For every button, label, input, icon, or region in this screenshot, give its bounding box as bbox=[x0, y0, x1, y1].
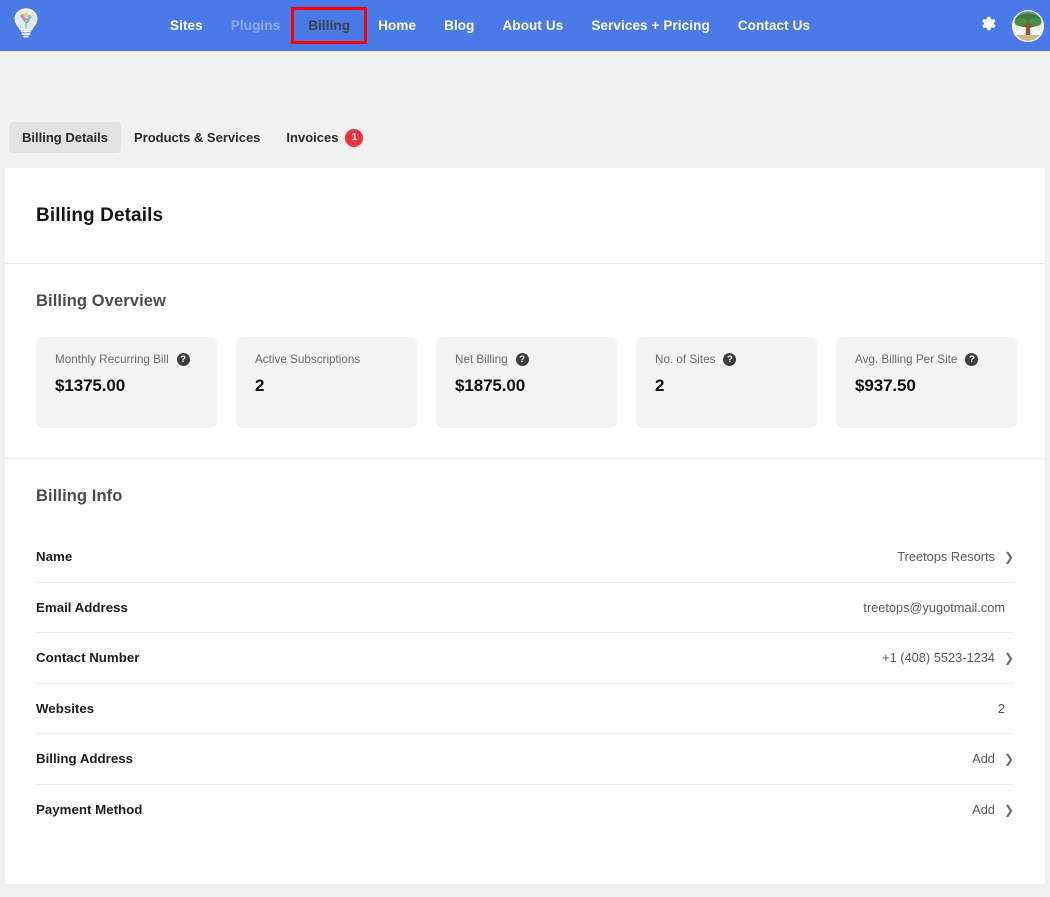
help-icon[interactable]: ? bbox=[723, 353, 736, 366]
gear-icon bbox=[978, 14, 997, 38]
chevron-right-icon[interactable]: ❯ bbox=[1004, 551, 1014, 563]
tree-avatar-icon bbox=[1012, 29, 1044, 42]
settings-button[interactable] bbox=[974, 13, 1000, 39]
tab-label: Invoices bbox=[286, 130, 338, 145]
stat-card-label: Monthly Recurring Bill bbox=[55, 353, 169, 366]
nav-link-plugins[interactable]: Plugins bbox=[217, 12, 294, 39]
info-row-value-wrap: +1 (408) 5523-1234 ❯ bbox=[882, 650, 1014, 665]
help-icon[interactable]: ? bbox=[965, 353, 978, 366]
info-row-value: Treetops Resorts bbox=[897, 549, 995, 564]
stat-card-label: Avg. Billing Per Site bbox=[855, 353, 957, 366]
billing-info-section: Billing Info Name Treetops Resorts ❯ Ema… bbox=[5, 459, 1045, 835]
page-title: Billing Details bbox=[36, 205, 163, 227]
nav-link-contact-us[interactable]: Contact Us bbox=[724, 12, 824, 39]
stat-card-header: Active Subscriptions ? bbox=[255, 353, 403, 366]
stat-card-label: Net Billing bbox=[455, 353, 508, 366]
stat-card-value: $1375.00 bbox=[55, 376, 203, 396]
info-row-label: Billing Address bbox=[36, 751, 133, 766]
info-row-value: +1 (408) 5523-1234 bbox=[882, 650, 995, 665]
top-navbar: Sites Plugins Billing Home Blog About Us… bbox=[0, 0, 1050, 51]
info-row-label: Payment Method bbox=[36, 802, 142, 817]
info-row-value-wrap: Add ❯ bbox=[972, 751, 1014, 766]
nav-link-about-us[interactable]: About Us bbox=[489, 12, 578, 39]
stat-card-avg-billing-per-site[interactable]: Avg. Billing Per Site ? $937.50 bbox=[836, 337, 1017, 428]
nav-link-services-pricing[interactable]: Services + Pricing bbox=[577, 12, 724, 39]
billing-overview-title: Billing Overview bbox=[36, 292, 1014, 311]
info-row-value: 2 bbox=[998, 701, 1005, 716]
tab-label: Billing Details bbox=[22, 130, 108, 145]
stat-card-header: Avg. Billing Per Site ? bbox=[855, 353, 1003, 366]
info-row-billing-address[interactable]: Billing Address Add ❯ bbox=[36, 734, 1014, 785]
info-row-name[interactable]: Name Treetops Resorts ❯ bbox=[36, 532, 1014, 583]
stat-card-net-billing[interactable]: Net Billing ? $1875.00 bbox=[436, 337, 617, 428]
nav-link-blog[interactable]: Blog bbox=[430, 12, 488, 39]
stat-card-header: Net Billing ? bbox=[455, 353, 603, 366]
stat-card-value: 2 bbox=[255, 376, 403, 396]
lightbulb-logo-icon bbox=[13, 8, 39, 43]
tab-billing-details[interactable]: Billing Details bbox=[9, 122, 121, 153]
info-row-label: Contact Number bbox=[36, 650, 139, 665]
stat-card-value: $1875.00 bbox=[455, 376, 603, 396]
stat-card-active-subscriptions[interactable]: Active Subscriptions ? 2 bbox=[236, 337, 417, 428]
info-row-value: treetops@yugotmail.com bbox=[863, 600, 1005, 615]
tab-invoices[interactable]: Invoices 1 bbox=[273, 121, 376, 155]
info-row-label: Email Address bbox=[36, 600, 128, 615]
help-icon[interactable]: ? bbox=[516, 353, 529, 366]
info-row-value-wrap: 2 ❯ bbox=[998, 701, 1014, 716]
stat-card-header: No. of Sites ? bbox=[655, 353, 803, 366]
navbar-actions bbox=[974, 0, 1044, 51]
info-row-websites[interactable]: Websites 2 ❯ bbox=[36, 684, 1014, 735]
billing-details-panel: Billing Details Billing Overview Monthly… bbox=[5, 168, 1045, 884]
avatar[interactable] bbox=[1012, 10, 1044, 42]
info-row-label: Name bbox=[36, 549, 72, 564]
info-row-email-address[interactable]: Email Address treetops@yugotmail.com ❯ bbox=[36, 583, 1014, 634]
billing-overview-section: Billing Overview Monthly Recurring Bill … bbox=[5, 264, 1045, 459]
tab-strip: Billing Details Products & Services Invo… bbox=[0, 107, 1050, 168]
info-row-value[interactable]: Add bbox=[972, 751, 995, 766]
invoices-count-badge: 1 bbox=[345, 129, 363, 147]
stat-card-value: 2 bbox=[655, 376, 803, 396]
info-row-value-wrap: treetops@yugotmail.com ❯ bbox=[863, 600, 1014, 615]
info-row-label: Websites bbox=[36, 701, 94, 716]
info-row-value[interactable]: Add bbox=[972, 802, 995, 817]
nav-link-billing[interactable]: Billing bbox=[294, 10, 364, 41]
stat-card-list: Monthly Recurring Bill ? $1375.00 Active… bbox=[36, 337, 1014, 428]
billing-info-title: Billing Info bbox=[36, 487, 1014, 506]
info-row-value-wrap: Add ❯ bbox=[972, 802, 1014, 817]
info-row-payment-method[interactable]: Payment Method Add ❯ bbox=[36, 785, 1014, 836]
stat-card-label: Active Subscriptions bbox=[255, 353, 360, 366]
stat-card-header: Monthly Recurring Bill ? bbox=[55, 353, 203, 366]
logo-button[interactable] bbox=[0, 0, 52, 51]
nav-links: Sites Plugins Billing Home Blog About Us… bbox=[156, 10, 824, 41]
stat-card-no-of-sites[interactable]: No. of Sites ? 2 bbox=[636, 337, 817, 428]
chevron-right-icon[interactable]: ❯ bbox=[1004, 804, 1014, 816]
nav-link-home[interactable]: Home bbox=[364, 12, 430, 39]
stat-card-monthly-recurring-bill[interactable]: Monthly Recurring Bill ? $1375.00 bbox=[36, 337, 217, 428]
chevron-right-icon[interactable]: ❯ bbox=[1004, 753, 1014, 765]
chevron-right-icon[interactable]: ❯ bbox=[1004, 652, 1014, 664]
panel-header: Billing Details bbox=[5, 168, 1045, 264]
nav-link-sites[interactable]: Sites bbox=[156, 12, 217, 39]
help-icon[interactable]: ? bbox=[177, 353, 190, 366]
tab-label: Products & Services bbox=[134, 130, 260, 145]
stat-card-value: $937.50 bbox=[855, 376, 1003, 396]
tab-products-services[interactable]: Products & Services bbox=[121, 122, 273, 153]
stat-card-label: No. of Sites bbox=[655, 353, 715, 366]
info-row-value-wrap: Treetops Resorts ❯ bbox=[897, 549, 1014, 564]
info-row-contact-number[interactable]: Contact Number +1 (408) 5523-1234 ❯ bbox=[36, 633, 1014, 684]
